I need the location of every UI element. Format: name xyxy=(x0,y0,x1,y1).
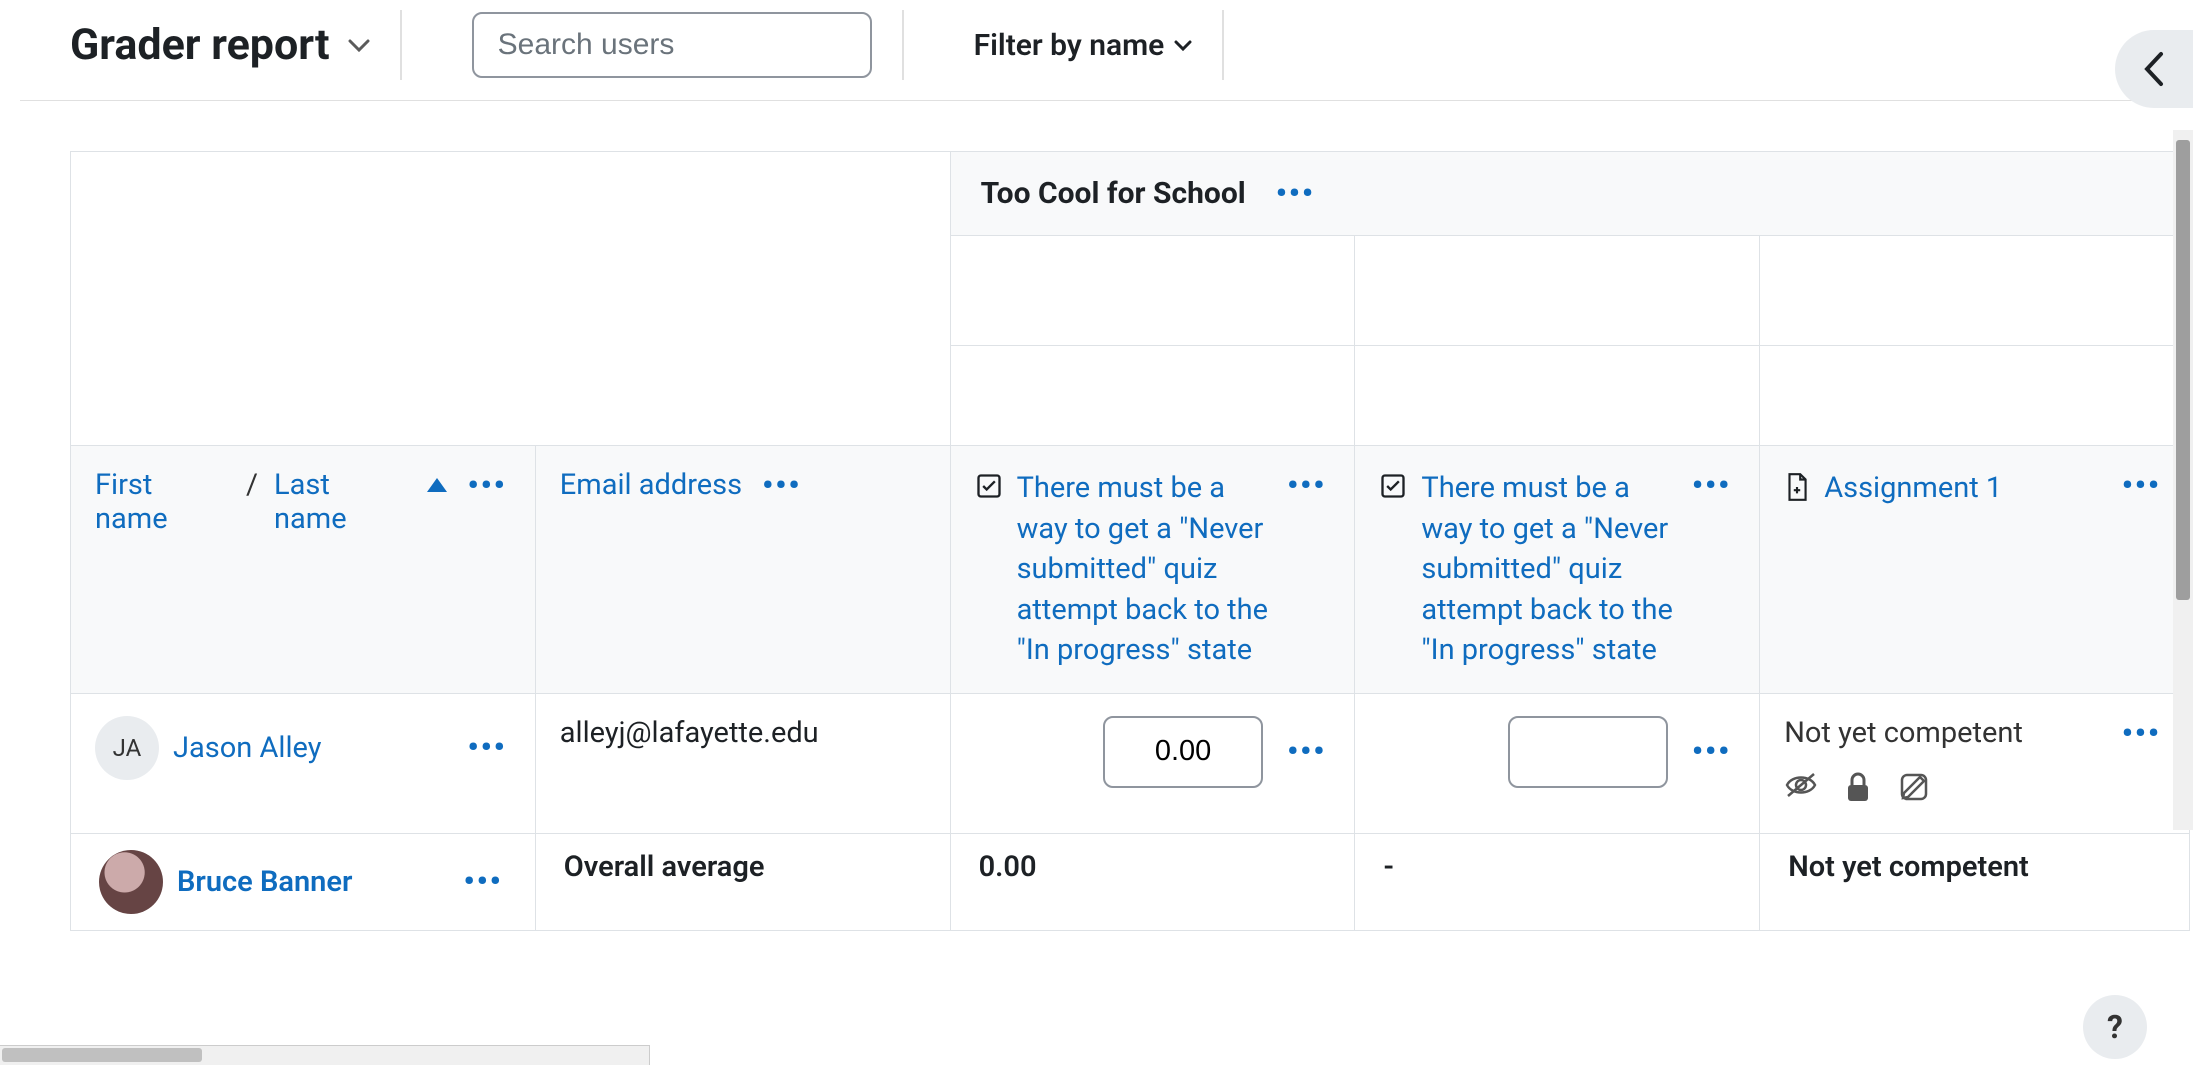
blank-header xyxy=(950,346,1355,446)
grader-table-wrapper: Too Cool for School ••• First name / Las… xyxy=(70,151,2193,931)
category-header-cell: Too Cool for School ••• xyxy=(950,152,2189,236)
average-value: Not yet competent xyxy=(1760,833,2190,930)
assignment-link[interactable]: Assignment 1 xyxy=(1824,468,2104,509)
table-row: JA Jason Alley ••• alleyj@lafayette.edu … xyxy=(71,693,2190,833)
grade-input[interactable] xyxy=(1508,716,1668,788)
email-column-actions-menu[interactable]: ••• xyxy=(758,468,805,503)
name-column-header: First name / Last name ••• xyxy=(71,446,536,694)
category-actions-menu[interactable]: ••• xyxy=(1272,176,1319,211)
sort-first-name-link[interactable]: First name xyxy=(95,468,230,536)
overall-average-row: Bruce Banner ••• Overall average 0.00 - … xyxy=(71,833,2190,930)
user-cell: JA Jason Alley ••• xyxy=(71,693,536,833)
blank-header xyxy=(1760,236,2190,346)
avatar[interactable] xyxy=(99,850,163,914)
sort-email-link[interactable]: Email address xyxy=(560,468,742,502)
assignment-column-actions-menu[interactable]: ••• xyxy=(2118,468,2165,503)
grade-cell: ••• xyxy=(950,693,1355,833)
category-link[interactable]: Too Cool for School xyxy=(981,176,1246,211)
chevron-left-icon xyxy=(2141,50,2167,88)
assignment-actions-menu[interactable]: ••• xyxy=(2118,716,2165,751)
blank-header xyxy=(71,152,951,446)
overall-average-label: Overall average xyxy=(535,833,950,930)
blank-header xyxy=(1355,236,1760,346)
assignment-icon xyxy=(1784,472,1810,506)
user-actions-menu[interactable]: ••• xyxy=(459,864,506,899)
page-title: Grader report xyxy=(70,20,330,70)
average-value: - xyxy=(1355,833,1760,930)
user-cell: Bruce Banner ••• xyxy=(71,833,536,930)
grade-cell: ••• xyxy=(1355,693,1760,833)
help-icon: ? xyxy=(2107,1008,2123,1046)
assignment-column-header: Assignment 1 ••• xyxy=(1760,446,2190,694)
lock-icon[interactable] xyxy=(1844,771,1872,811)
avatar[interactable]: JA xyxy=(95,716,159,780)
email-column-header: Email address ••• xyxy=(535,446,950,694)
filter-label: Filter by name xyxy=(974,28,1165,63)
assignment-cell: Not yet competent ••• xyxy=(1760,693,2190,833)
filter-by-name-dropdown[interactable]: Filter by name xyxy=(974,28,1193,63)
quiz-icon xyxy=(975,472,1003,504)
grade-actions-menu[interactable]: ••• xyxy=(1688,734,1735,769)
chevron-down-icon xyxy=(348,31,370,59)
sort-ascending-icon[interactable] xyxy=(427,478,447,492)
user-link[interactable]: Bruce Banner xyxy=(177,865,352,899)
drawer-toggle-button[interactable] xyxy=(2115,30,2193,108)
help-button[interactable]: ? xyxy=(2083,995,2147,1059)
hidden-icon[interactable] xyxy=(1784,771,1818,811)
sort-last-name-link[interactable]: Last name xyxy=(274,468,408,536)
name-column-actions-menu[interactable]: ••• xyxy=(463,468,510,503)
blank-header xyxy=(950,236,1355,346)
divider xyxy=(20,100,2173,101)
search-input[interactable] xyxy=(472,12,872,78)
email-cell: alleyj@lafayette.edu xyxy=(535,693,950,833)
chevron-down-icon xyxy=(1174,33,1192,57)
average-value: 0.00 xyxy=(950,833,1355,930)
user-link[interactable]: Jason Alley xyxy=(173,731,321,765)
grade-input[interactable] xyxy=(1103,716,1263,788)
edit-icon[interactable] xyxy=(1898,771,1930,811)
user-actions-menu[interactable]: ••• xyxy=(463,730,510,765)
blank-header xyxy=(1355,346,1760,446)
toolbar: Grader report Filter by name xyxy=(0,0,2193,100)
assignment-status: Not yet competent xyxy=(1784,716,2023,750)
blank-header xyxy=(1760,346,2190,446)
report-selector[interactable]: Grader report xyxy=(70,20,370,70)
quiz1-column-header: There must be a way to get a "Never subm… xyxy=(950,446,1355,694)
grader-table: Too Cool for School ••• First name / Las… xyxy=(70,151,2190,931)
quiz2-link[interactable]: There must be a way to get a "Never subm… xyxy=(1421,468,1673,671)
horizontal-scrollbar[interactable] xyxy=(0,1045,650,1065)
quiz-icon xyxy=(1379,472,1407,504)
quiz1-link[interactable]: There must be a way to get a "Never subm… xyxy=(1017,468,1269,671)
grade-actions-menu[interactable]: ••• xyxy=(1283,734,1330,769)
quiz2-column-actions-menu[interactable]: ••• xyxy=(1688,468,1735,503)
quiz1-column-actions-menu[interactable]: ••• xyxy=(1283,468,1330,503)
quiz2-column-header: There must be a way to get a "Never subm… xyxy=(1355,446,1760,694)
name-separator: / xyxy=(246,468,258,502)
vertical-scrollbar[interactable] xyxy=(2173,130,2193,830)
